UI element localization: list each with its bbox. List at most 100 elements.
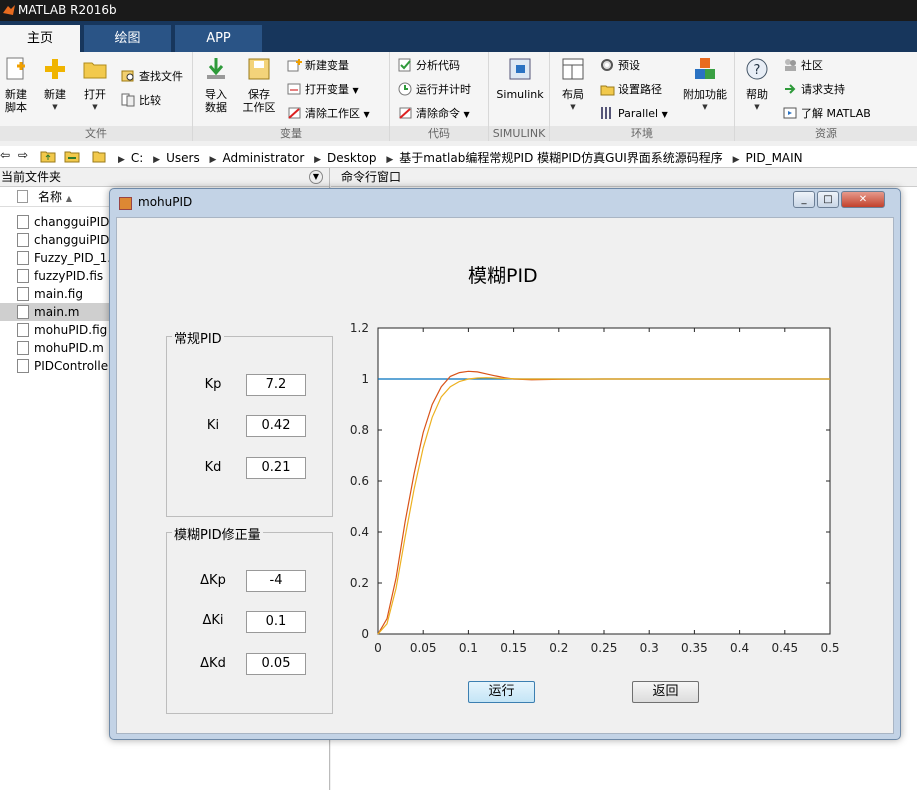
delta-kp-input[interactable]: -4 [246,570,306,592]
x-tick-label: 0 [374,641,382,655]
svg-text:?: ? [754,63,761,78]
fis-file-icon [17,269,29,283]
app-title-bar: MATLAB R2016b [0,0,917,21]
up-folder-icon[interactable] [40,149,56,163]
add-ons-button[interactable]: 附加功能 ▼ [680,56,730,114]
path-address-bar: ⇦ ⇨ ▶ C: ▶ Users ▶ Administrator ▶ Desktop ▶… [0,146,917,168]
import-data-label: 导入 数据 [205,88,227,114]
ki-label: Ki [206,418,220,433]
group-label-variable: 变量 [193,126,389,141]
simulink-button[interactable]: Simulink [495,56,545,101]
y-tick-label: 0.4 [350,525,369,539]
import-data-button[interactable]: 导入 数据 [201,56,231,114]
forward-arrow-icon[interactable]: ⇨ [18,148,28,162]
x-tick-label: 0.45 [771,641,798,655]
kd-input[interactable]: 0.21 [246,457,306,479]
x-tick-label: 0.3 [640,641,659,655]
group-label-resources: 资源 [735,126,917,141]
minimize-button[interactable]: _ [793,191,815,208]
delta-ki-label: ΔKi [202,613,224,628]
current-folder-title: 当前文件夹 [1,170,62,184]
m-file-icon [17,215,29,229]
group-label-file: 文件 [0,126,192,141]
compare-button[interactable]: 比较 [121,91,161,111]
tab-apps[interactable]: APP [175,25,262,52]
delta-ki-input[interactable]: 0.1 [246,611,306,633]
clear-commands-button[interactable]: 清除命令 ▼ [398,104,470,124]
group-label-code: 代码 [390,126,488,141]
gear-icon [601,59,613,71]
breadcrumb-item[interactable]: Administrator [222,151,304,165]
delta-kd-input[interactable]: 0.05 [246,653,306,675]
chevron-down-icon: ▼ [702,103,708,111]
ki-input[interactable]: 0.42 [246,415,306,437]
y-tick-label: 0.2 [350,576,369,590]
open-variable-button[interactable]: 打开变量 ▼ [287,80,359,100]
chevron-down-icon: ▼ [754,103,760,111]
new-button[interactable]: 新建 ▼ [40,56,70,114]
panel-menu-icon[interactable]: ▼ [309,170,323,184]
kd-label: Kd [204,460,222,475]
request-support-button[interactable]: 请求支持 [783,80,845,100]
y-tick-label: 0 [361,627,369,641]
clear-workspace-button[interactable]: 清除工作区 ▼ [287,104,370,124]
folder-open-icon [83,62,107,79]
community-button[interactable]: 社区 [783,56,823,76]
open-variable-icon [287,83,301,95]
breadcrumb-item[interactable]: Users [166,151,200,165]
analyze-code-button[interactable]: 分析代码 [398,56,460,76]
open-label: 打开 [84,88,106,101]
breadcrumb-item[interactable]: Desktop [327,151,377,165]
tab-home[interactable]: 主页 [0,25,80,52]
preferences-button[interactable]: 预设 [600,56,640,76]
run-button[interactable]: 运行 [468,681,535,703]
y-tick-label: 0.8 [350,423,369,437]
kp-input[interactable]: 7.2 [246,374,306,396]
step-response-plot: 0 0.05 0.1 0.15 0.2 0.25 0.3 0.35 0.4 0.45 0.5 0 0.2… [350,321,840,655]
set-path-button[interactable]: 设置路径 [600,80,662,100]
new-script-button[interactable]: 新建 脚本 [2,56,30,114]
figure-window: mohuPID _ □ ✕ 模糊PID 常规PID Kp 7.2 Ki 0.42… [109,188,901,740]
breadcrumb-item[interactable]: PID_MAIN [746,151,803,165]
plot-area [377,327,831,635]
learn-matlab-button[interactable]: 了解 MATLAB [783,104,871,124]
layout-button[interactable]: 布局 ▼ [558,56,588,114]
browse-folder-icon[interactable] [64,149,80,163]
learn-matlab-icon [783,107,797,119]
x-tick-label: 0.05 [410,641,437,655]
delta-kd-label: ΔKd [200,656,226,671]
root-folder-icon [92,151,106,163]
close-button[interactable]: ✕ [841,191,885,208]
x-tick-label: 0.1 [459,641,478,655]
chevron-down-icon: ▼ [570,103,576,111]
open-button[interactable]: 打开 ▼ [80,56,110,114]
community-icon [785,59,796,71]
m-file-icon [17,359,29,373]
new-script-label: 新建 脚本 [5,88,27,114]
breadcrumb-item[interactable]: 基于matlab编程常规PID 模糊PID仿真GUI界面系统源码程序 [399,151,723,165]
help-button[interactable]: ? 帮助 ▼ [743,56,771,114]
conventional-pid-group: 常规PID Kp 7.2 Ki 0.42 Kd 0.21 [166,328,333,517]
help-label: 帮助 [746,88,768,101]
breadcrumb-item[interactable]: C: [131,151,143,165]
matlab-logo-icon [3,5,15,15]
new-variable-button[interactable]: 新建变量 [287,56,349,76]
y-tick-label: 1.2 [350,321,369,335]
back-arrow-icon[interactable]: ⇦ [0,148,10,162]
run-and-time-button[interactable]: 运行并计时 [398,80,471,100]
ribbon-group-variable: 导入 数据 保存 工作区 新建变量 打开变量 ▼ 清除工作区 ▼ 变量 [193,52,390,141]
parallel-button[interactable]: Parallel ▼ [600,104,668,124]
tab-plots[interactable]: 绘图 [84,25,171,52]
m-file-icon [17,341,29,355]
maximize-button[interactable]: □ [817,191,839,208]
back-button[interactable]: 返回 [632,681,699,703]
save-workspace-button[interactable]: 保存 工作区 [241,56,277,114]
y-tick-label: 1 [361,372,369,386]
import-arrow-icon [207,58,225,79]
parallel-icon [601,107,611,119]
chevron-down-icon: ▼ [363,110,370,119]
group-title: 常规PID [172,328,224,347]
find-files-icon [121,70,134,82]
find-files-button[interactable]: 查找文件 [121,67,183,87]
chevron-down-icon: ▼ [52,103,58,111]
